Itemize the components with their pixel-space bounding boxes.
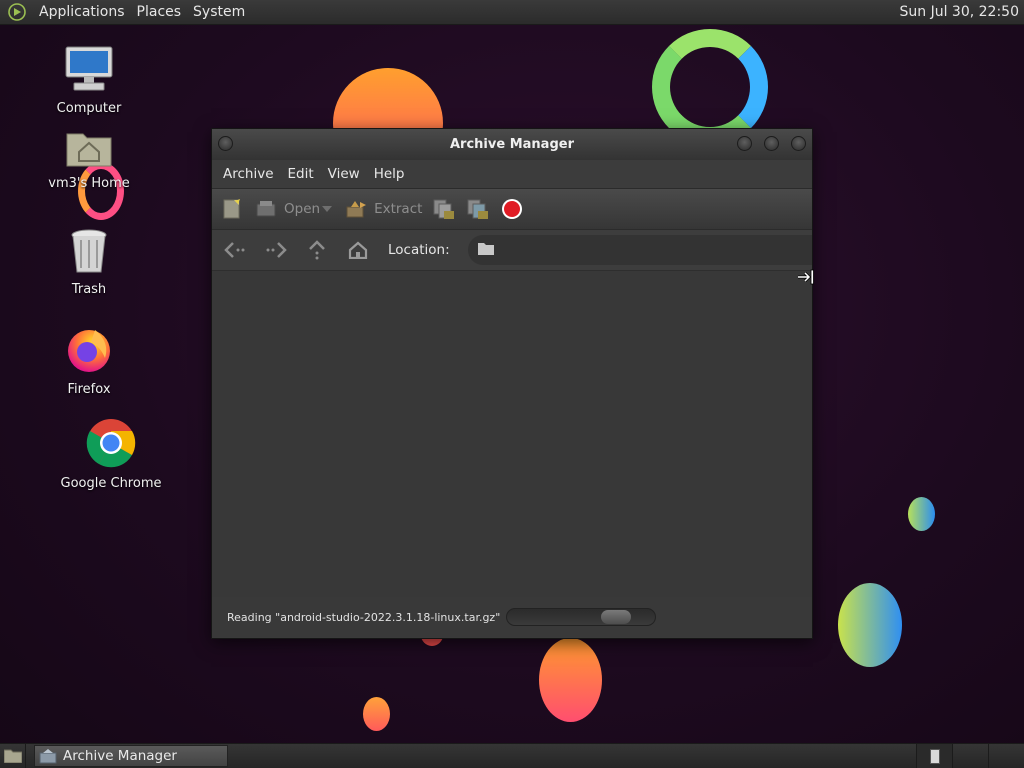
open-button[interactable]: Open: [254, 197, 320, 221]
stop-button[interactable]: [500, 197, 524, 221]
workspace-3[interactable]: [988, 744, 1024, 768]
menu-edit[interactable]: Edit: [281, 160, 321, 188]
new-archive-button[interactable]: [220, 197, 244, 221]
wallpaper-orange-bubble-bottom: [539, 638, 602, 722]
show-desktop-button[interactable]: [0, 743, 26, 768]
clock[interactable]: Sun Jul 30, 22:50: [900, 0, 1020, 25]
trash-icon: [29, 228, 149, 278]
progress-pulse: [601, 610, 632, 624]
location-bar: Location:: [212, 230, 812, 271]
wallpaper-blue-bubble-small: [908, 497, 935, 531]
stop-icon: [500, 197, 524, 221]
computer-icon: [29, 45, 149, 97]
archive-manager-window: Archive Manager Archive Edit View Help O…: [211, 128, 813, 639]
desktop-icon-firefox[interactable]: Firefox: [29, 326, 149, 397]
menubar: Archive Edit View Help: [212, 160, 812, 188]
firefox-icon: [29, 326, 149, 378]
home-folder-icon: [29, 128, 149, 172]
add-folder-button[interactable]: [466, 197, 490, 221]
toolbar: Open Extract: [212, 188, 812, 230]
location-field[interactable]: [467, 235, 812, 265]
taskbar-archive-manager[interactable]: Archive Manager: [34, 745, 228, 767]
workspace-2[interactable]: [952, 744, 988, 768]
forward-arrow-icon[interactable]: [263, 237, 289, 263]
open-label: Open: [284, 201, 321, 217]
menu-help[interactable]: Help: [367, 160, 412, 188]
add-folder-icon: [466, 197, 490, 221]
resize-cursor-icon: [797, 269, 815, 285]
applications-menu[interactable]: Applications: [33, 0, 131, 25]
extract-icon: [344, 197, 368, 221]
menu-archive[interactable]: Archive: [216, 160, 281, 188]
desktop-icon-trash[interactable]: Trash: [29, 228, 149, 297]
archive-manager-app-icon: [39, 748, 57, 764]
close-button[interactable]: [791, 136, 806, 151]
wallpaper-blue-bubble: [838, 583, 902, 667]
new-archive-icon: [220, 197, 244, 221]
up-arrow-icon[interactable]: [304, 237, 330, 263]
places-menu[interactable]: Places: [131, 0, 188, 25]
back-arrow-icon[interactable]: [222, 237, 248, 263]
taskbar-label: Archive Manager: [63, 748, 177, 764]
workspace-switcher: [916, 744, 1024, 768]
bottom-panel: Archive Manager: [0, 743, 1024, 768]
desktop-icon-label: Firefox: [67, 382, 111, 397]
desktop-icon-label: Trash: [71, 282, 107, 297]
extract-label: Extract: [374, 201, 423, 217]
show-desktop-icon: [3, 749, 22, 763]
location-label: Location:: [388, 242, 450, 258]
window-menu-button[interactable]: [218, 136, 233, 151]
maximize-button[interactable]: [764, 136, 779, 151]
window-title: Archive Manager: [450, 137, 574, 152]
desktop-icon-chrome[interactable]: Google Chrome: [51, 418, 171, 491]
add-files-icon: [432, 197, 456, 221]
extract-button[interactable]: Extract: [344, 197, 422, 221]
folder-icon: [477, 242, 494, 259]
open-archive-icon: [254, 197, 278, 221]
desktop-icon-label: Google Chrome: [60, 476, 162, 491]
open-dropdown-arrow-icon[interactable]: [320, 197, 334, 221]
desktop-icon-computer[interactable]: Computer: [29, 45, 149, 116]
add-files-button[interactable]: [432, 197, 456, 221]
top-panel: Applications Places System Sun Jul 30, 2…: [0, 0, 1024, 25]
desktop-icon-label: Computer: [56, 101, 122, 116]
chrome-icon: [51, 418, 171, 472]
wallpaper-orange-bubble-tiny: [363, 697, 390, 731]
window-titlebar[interactable]: Archive Manager: [212, 129, 812, 160]
home-icon[interactable]: [345, 237, 371, 263]
desktop-icon-home[interactable]: vm3's Home: [29, 128, 149, 191]
desktop-icon-label: vm3's Home: [48, 176, 130, 191]
status-text: Reading "android-studio-2022.3.1.18-linu…: [227, 610, 501, 624]
file-list-area[interactable]: [212, 271, 812, 597]
menu-view[interactable]: View: [321, 160, 367, 188]
progress-bar: [506, 608, 657, 626]
minimize-button[interactable]: [737, 136, 752, 151]
statusbar: Reading "android-studio-2022.3.1.18-linu…: [212, 597, 812, 637]
distro-logo-icon[interactable]: [7, 2, 27, 22]
system-menu[interactable]: System: [187, 0, 251, 25]
workspace-1[interactable]: [916, 744, 952, 768]
